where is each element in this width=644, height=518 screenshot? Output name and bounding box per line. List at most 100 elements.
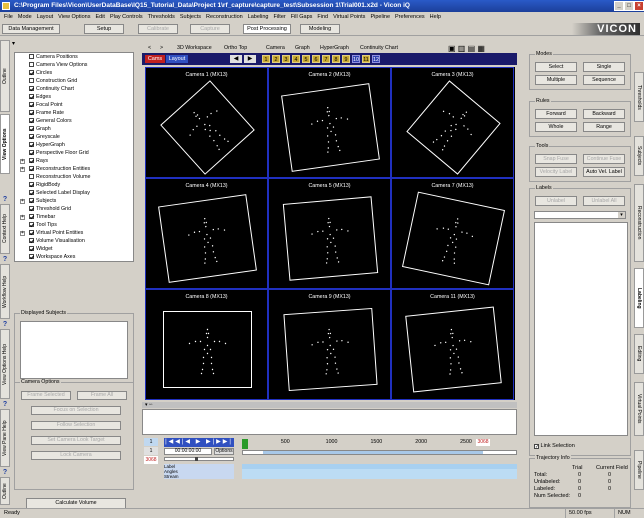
view-option-item[interactable]: Reconstruction Volume bbox=[29, 174, 90, 181]
tab-continuity-chart[interactable]: Continuity Chart bbox=[360, 44, 398, 53]
camera-4-button[interactable]: 4 bbox=[292, 55, 300, 63]
checkbox-checked-icon[interactable] bbox=[29, 86, 34, 91]
tab-outline[interactable]: Outline bbox=[0, 40, 10, 112]
checkbox-icon[interactable] bbox=[29, 174, 34, 179]
view-option-item[interactable]: + Reconstruction Entities bbox=[20, 166, 90, 173]
checkbox-checked-icon[interactable] bbox=[29, 102, 34, 107]
menu-view-options[interactable]: View Options bbox=[58, 14, 90, 20]
camera-11-button[interactable]: 11 bbox=[362, 55, 370, 63]
tab-subjects[interactable]: Subjects bbox=[634, 136, 644, 176]
unlabel-button[interactable]: Unlabel bbox=[535, 196, 577, 206]
expand-icon[interactable]: + bbox=[20, 159, 25, 164]
labels-list[interactable] bbox=[534, 222, 628, 436]
menu-file[interactable]: File bbox=[4, 14, 13, 20]
help-icon[interactable]: ? bbox=[1, 401, 9, 408]
help-icon[interactable]: ? bbox=[1, 321, 9, 328]
unlabel-all-button[interactable]: Unlabel All bbox=[583, 196, 625, 206]
camera-view[interactable]: Camera 11 (MX13) bbox=[391, 289, 514, 400]
camera-view[interactable]: Camera 7 (MX13) bbox=[391, 178, 514, 289]
view-option-item[interactable]: General Colors bbox=[29, 118, 72, 125]
forward-button[interactable]: Forward bbox=[535, 109, 577, 119]
checkbox-checked-icon[interactable] bbox=[29, 134, 34, 139]
sequence-button[interactable]: Sequence bbox=[583, 75, 625, 85]
camera-3-button[interactable]: 3 bbox=[282, 55, 290, 63]
set-camera-look-target-button[interactable]: Set Camera Look Target bbox=[31, 436, 121, 445]
menu-fill-gaps[interactable]: Fill Gaps bbox=[291, 14, 313, 20]
camera-view[interactable]: Camera 9 (MX13) bbox=[268, 289, 391, 400]
tab-layout[interactable]: Layout bbox=[166, 55, 188, 63]
checkbox-checked-icon[interactable] bbox=[29, 230, 34, 235]
link-selection-checkbox[interactable]: ✓ Link Selection bbox=[534, 443, 575, 450]
camera-view[interactable]: Camera 4 (MX13) bbox=[145, 178, 268, 289]
menu-thresholds[interactable]: Thresholds bbox=[148, 14, 175, 20]
camera-5-button[interactable]: 5 bbox=[302, 55, 310, 63]
checkbox-checked-icon[interactable] bbox=[29, 166, 34, 171]
checkbox-checked-icon[interactable] bbox=[29, 126, 34, 131]
checkbox-icon[interactable] bbox=[29, 62, 34, 67]
expand-icon[interactable]: + bbox=[20, 231, 25, 236]
checkbox-checked-icon[interactable] bbox=[29, 182, 34, 187]
view-option-item[interactable]: HyperGraph bbox=[29, 142, 65, 149]
options-button[interactable]: Options bbox=[214, 448, 234, 455]
expand-icon[interactable]: + bbox=[20, 167, 25, 172]
tab-outline-help[interactable]: Outline Help bbox=[0, 477, 10, 505]
checkbox-checked-icon[interactable] bbox=[29, 142, 34, 147]
view-option-item[interactable]: Edges bbox=[29, 94, 51, 101]
menu-labeling[interactable]: Labeling bbox=[248, 14, 269, 20]
view-option-item[interactable]: Camera Positions bbox=[29, 54, 78, 61]
menu-filter[interactable]: Filter bbox=[273, 14, 285, 20]
camera-view[interactable]: Camera 5 (MX13) bbox=[268, 178, 391, 289]
view-option-item[interactable]: Continuity Chart bbox=[29, 86, 74, 93]
expand-icon[interactable]: + bbox=[20, 199, 25, 204]
camera-8-button[interactable]: 8 bbox=[332, 55, 340, 63]
checkbox-checked-icon[interactable] bbox=[29, 158, 34, 163]
snap-fuse-button[interactable]: Snap Fuse bbox=[535, 154, 577, 164]
view-option-item[interactable]: + Virtual Point Entities bbox=[20, 230, 83, 237]
menu-preferences[interactable]: Preferences bbox=[395, 14, 425, 20]
view-option-item[interactable]: Camera View Options bbox=[29, 62, 87, 69]
continue-fuse-button[interactable]: Continue Fuse bbox=[583, 154, 625, 164]
menu-pipeline[interactable]: Pipeline bbox=[370, 14, 390, 20]
range-button[interactable]: Range bbox=[583, 122, 625, 132]
next-camera-icon[interactable]: ▶ bbox=[244, 55, 256, 63]
camera-12-button[interactable]: 12 bbox=[372, 55, 380, 63]
camera-view[interactable]: Camera 2 (MX13) bbox=[268, 67, 391, 178]
camera-2-button[interactable]: 2 bbox=[272, 55, 280, 63]
view-option-item[interactable]: Focal Point bbox=[29, 102, 63, 109]
track-label[interactable]: Stream bbox=[164, 474, 234, 479]
lock-camera-button[interactable]: Lock Camera bbox=[31, 451, 121, 460]
camera-view[interactable]: Camera 3 (MX13) bbox=[391, 67, 514, 178]
view-option-item[interactable]: Tool Tips bbox=[29, 222, 57, 229]
displayed-subjects-list[interactable] bbox=[20, 321, 128, 379]
view-option-item[interactable]: Graph bbox=[29, 126, 51, 133]
tab-view-options[interactable]: View Options bbox=[0, 114, 10, 174]
tab-virtual-points[interactable]: Virtual Points bbox=[634, 382, 644, 436]
camera-7-button[interactable]: 7 bbox=[322, 55, 330, 63]
tab-graph[interactable]: Graph bbox=[295, 44, 310, 53]
menu-virtual-points[interactable]: Virtual Points bbox=[333, 14, 365, 20]
panel-pin-icon[interactable]: ▾ bbox=[12, 40, 15, 47]
view-option-item[interactable]: Circles bbox=[29, 70, 52, 77]
view-option-item[interactable]: + Rays bbox=[20, 158, 48, 165]
tab-hypergraph[interactable]: HyperGraph bbox=[320, 44, 349, 53]
follow-selection-button[interactable]: Follow Selection bbox=[31, 421, 121, 430]
view-option-item[interactable]: Volume Visualisation bbox=[29, 238, 85, 245]
checkbox-checked-icon[interactable] bbox=[29, 110, 34, 115]
checkbox-checked-icon[interactable] bbox=[29, 238, 34, 243]
menu-help[interactable]: Help bbox=[430, 14, 441, 20]
tab-reconstruction[interactable]: Reconstruction bbox=[634, 184, 644, 262]
checkbox-checked-icon[interactable] bbox=[29, 118, 34, 123]
whole-button[interactable]: Whole bbox=[535, 122, 577, 132]
checkbox-icon[interactable] bbox=[29, 78, 34, 83]
frame-selected-button[interactable]: Frame Selected bbox=[21, 391, 71, 400]
checkbox-checked-icon[interactable] bbox=[29, 254, 34, 259]
menu-reconstruction[interactable]: Reconstruction bbox=[206, 14, 243, 20]
label-set-dropdown[interactable]: ▾ bbox=[534, 211, 626, 219]
tab-camera[interactable]: Camera bbox=[266, 44, 285, 53]
chevron-down-icon[interactable]: ▾ bbox=[618, 212, 625, 218]
menu-layout[interactable]: Layout bbox=[37, 14, 54, 20]
checkbox-checked-icon[interactable] bbox=[29, 198, 34, 203]
tab-view-options-help[interactable]: View Options Help bbox=[0, 329, 10, 399]
tab-editing[interactable]: Editing bbox=[634, 334, 644, 374]
camera-1-button[interactable]: 1 bbox=[262, 55, 270, 63]
